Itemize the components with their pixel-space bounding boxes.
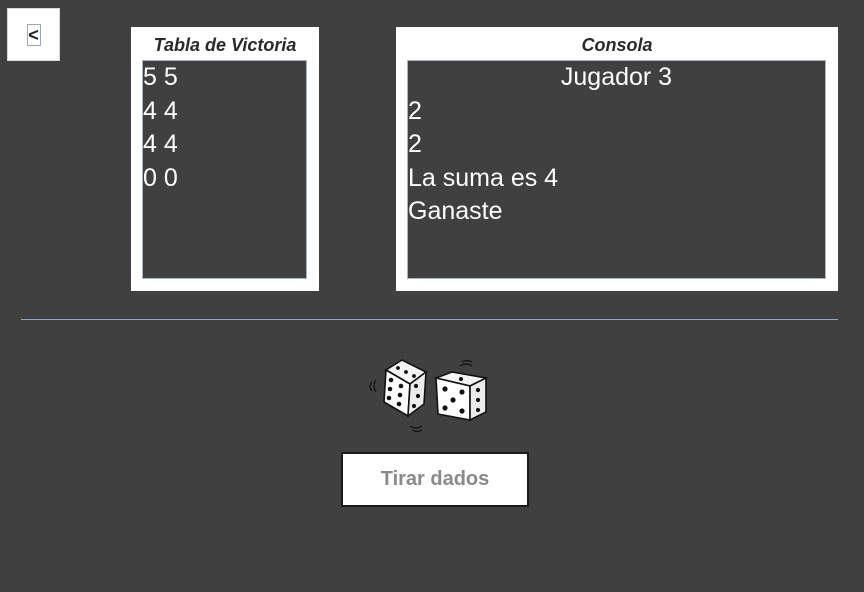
victory-row: 4 4 [143,96,178,125]
motion-lines-right [459,359,473,367]
back-button[interactable]: < [7,8,60,61]
divider [21,319,838,320]
dice-icon [369,359,489,433]
right-die [433,371,489,422]
console-textarea[interactable]: Jugador 3 2 2 La suma es 4 Ganaste [407,60,826,279]
console-line: La suma es 4 [408,163,559,192]
victory-row: 4 4 [143,130,178,158]
console-line: 2 [408,130,422,158]
back-icon: < [26,23,41,46]
console-title: Consola [581,35,653,55]
console-line: Ganaste [408,197,503,225]
console-panel: Consola Jugador 3 2 2 La suma es 4 Ganas… [396,27,838,291]
roll-dice-button[interactable]: Tirar dados [341,452,529,507]
console-player-line: Jugador 3 [560,63,673,91]
victory-table-title: Tabla de Victoria [153,35,297,55]
victory-row: 0 0 [143,163,178,192]
victory-table-panel: Tabla de Victoria 5 5 4 4 4 4 0 0 [131,27,319,291]
left-die [383,359,428,418]
victory-row: 5 5 [143,63,178,91]
victory-table-textarea[interactable]: 5 5 4 4 4 4 0 0 [142,60,307,279]
console-line: 2 [408,96,422,125]
